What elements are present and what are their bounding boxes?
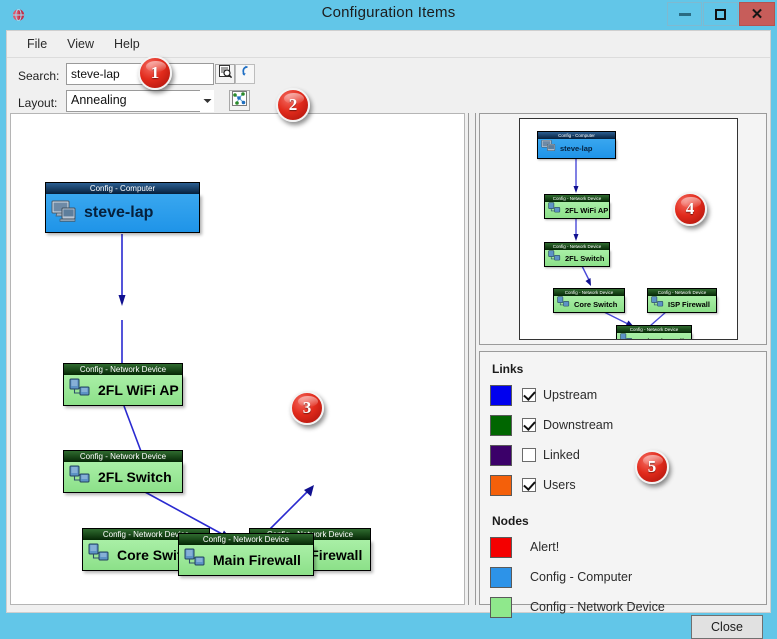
legend-label: Users (543, 478, 576, 492)
graph-node-steve-lap[interactable]: Config - Computer steve-lap (45, 182, 200, 233)
callout-badge-5: 5 (635, 450, 669, 484)
panel-splitter[interactable] (468, 113, 476, 605)
legend-checkbox[interactable] (522, 478, 536, 492)
minimap-node-main-firewall[interactable]: Config - Network Device Main Firewall (616, 325, 692, 340)
node-label: Main Firewall (637, 337, 684, 340)
minimap-panel[interactable]: Config - Computer steve-lap Config - Net… (479, 113, 767, 345)
node-type-label: Config - Computer (45, 182, 200, 194)
color-swatch (490, 384, 512, 406)
legend-checkbox[interactable] (522, 418, 536, 432)
find-in-page-icon (218, 65, 232, 83)
find-button[interactable] (215, 64, 235, 84)
node-graph-icon (232, 90, 247, 111)
node-label: Core Switch (574, 299, 618, 309)
node-label: steve-lap (560, 144, 593, 153)
close-icon: ✕ (750, 5, 764, 23)
minimap-node-2fl-wifi-ap[interactable]: Config - Network Device 2FL WiFi AP (544, 194, 610, 219)
legend-links-heading: Links (492, 362, 524, 376)
node-label: 2FL Switch (565, 253, 605, 263)
graph-node-2fl-wifi-ap[interactable]: Config - Network Device 2FL WiFi AP (63, 363, 183, 406)
minimap-node-2fl-switch[interactable]: Config - Network Device 2FL Switch (544, 242, 610, 267)
legend-link-linked[interactable]: Linked (490, 440, 756, 470)
minimap-node-core-switch[interactable]: Config - Network Device Core Switch (553, 288, 625, 313)
legend-checkbox[interactable] (522, 448, 536, 462)
color-swatch (490, 414, 512, 436)
legend-node-alert: Alert! (490, 532, 756, 562)
color-swatch (490, 444, 512, 466)
color-swatch (490, 474, 512, 496)
graph-node-main-firewall[interactable]: Config - Network Device Main Firewall (178, 533, 314, 576)
menu-item-help[interactable]: Help (104, 33, 150, 55)
network-device-icon (184, 548, 206, 573)
window-title: Configuration Items (321, 4, 456, 21)
node-label: ISP Firewall (668, 299, 710, 309)
search-label: Search: (18, 69, 60, 83)
node-type-label: Config - Computer (537, 131, 616, 139)
legend-label: Config - Network Device (530, 600, 665, 614)
node-label: steve-lap (84, 204, 154, 221)
legend-link-downstream[interactable]: Downstream (490, 410, 756, 440)
node-type-label: Config - Network Device (63, 450, 183, 462)
network-device-icon (548, 201, 561, 219)
legend-link-users[interactable]: Users (490, 470, 756, 500)
client-area: File View Help Search: steve-lap Layout:… (6, 30, 771, 639)
node-label: Main Firewall (213, 552, 301, 568)
graph-canvas[interactable]: Config - Computer steve-lap Config - Net… (10, 113, 465, 605)
node-type-label: Config - Network Device (178, 533, 314, 545)
computer-icon (51, 199, 77, 228)
callout-badge-2: 2 (276, 88, 310, 122)
legend-label: Config - Computer (530, 570, 633, 584)
network-device-icon (557, 295, 570, 313)
callout-badge-1: 1 (138, 56, 172, 90)
menu-item-view[interactable]: View (57, 33, 104, 55)
node-label: 2FL WiFi AP (98, 382, 179, 398)
node-label: 2FL WiFi AP (565, 205, 609, 215)
legend-label: Alert! (530, 540, 560, 554)
legend-node-config-computer: Config - Computer (490, 562, 756, 592)
legend-panel: Links Upstream Downstream Linked Users N… (479, 351, 767, 618)
application-window: Configuration Items ✕ File View Help Sea… (0, 0, 777, 639)
color-swatch (490, 596, 512, 618)
minimize-icon (678, 12, 691, 16)
legend-label: Upstream (543, 388, 598, 402)
network-device-icon (88, 543, 110, 568)
graph-layout-button[interactable] (229, 90, 250, 111)
minimap-node-isp-firewall[interactable]: Config - Network Device ISP Firewall (647, 288, 717, 313)
toolbar: Search: steve-lap Layout: Annealing (7, 58, 770, 170)
menu-item-file[interactable]: File (17, 33, 57, 55)
layout-select[interactable]: Annealing (66, 90, 214, 112)
layout-label: Layout: (18, 96, 58, 110)
color-swatch (490, 566, 512, 588)
window-close-button[interactable]: ✕ (739, 2, 775, 26)
network-device-icon (69, 378, 91, 403)
title-bar: Configuration Items ✕ (0, 0, 777, 30)
minimap-node-steve-lap[interactable]: Config - Computer steve-lap (537, 131, 616, 159)
graph-node-2fl-switch[interactable]: Config - Network Device 2FL Switch (63, 450, 183, 493)
legend-checkbox[interactable] (522, 388, 536, 402)
callout-badge-3: 3 (290, 391, 324, 425)
layout-select-value: Annealing (71, 93, 127, 107)
network-device-icon (651, 295, 664, 313)
computer-icon (541, 139, 556, 158)
network-device-icon (69, 465, 91, 490)
chevron-down-icon[interactable] (200, 90, 214, 112)
menu-bar: File View Help (7, 31, 770, 58)
legend-nodes-heading: Nodes (492, 514, 529, 528)
minimize-button[interactable] (667, 2, 702, 26)
legend-label: Linked (543, 448, 580, 462)
color-swatch (490, 536, 512, 558)
legend-link-upstream[interactable]: Upstream (490, 380, 756, 410)
maximize-button[interactable] (703, 2, 738, 26)
network-device-icon (548, 249, 561, 267)
maximize-icon (715, 8, 726, 20)
undo-arrow-icon (239, 65, 252, 83)
legend-label: Downstream (543, 418, 614, 432)
reset-search-button[interactable] (235, 64, 255, 84)
network-device-icon (620, 332, 633, 339)
node-type-label: Config - Network Device (63, 363, 183, 375)
callout-badge-4: 4 (673, 192, 707, 226)
minimap-viewport[interactable]: Config - Computer steve-lap Config - Net… (519, 118, 738, 340)
node-label: 2FL Switch (98, 469, 172, 485)
